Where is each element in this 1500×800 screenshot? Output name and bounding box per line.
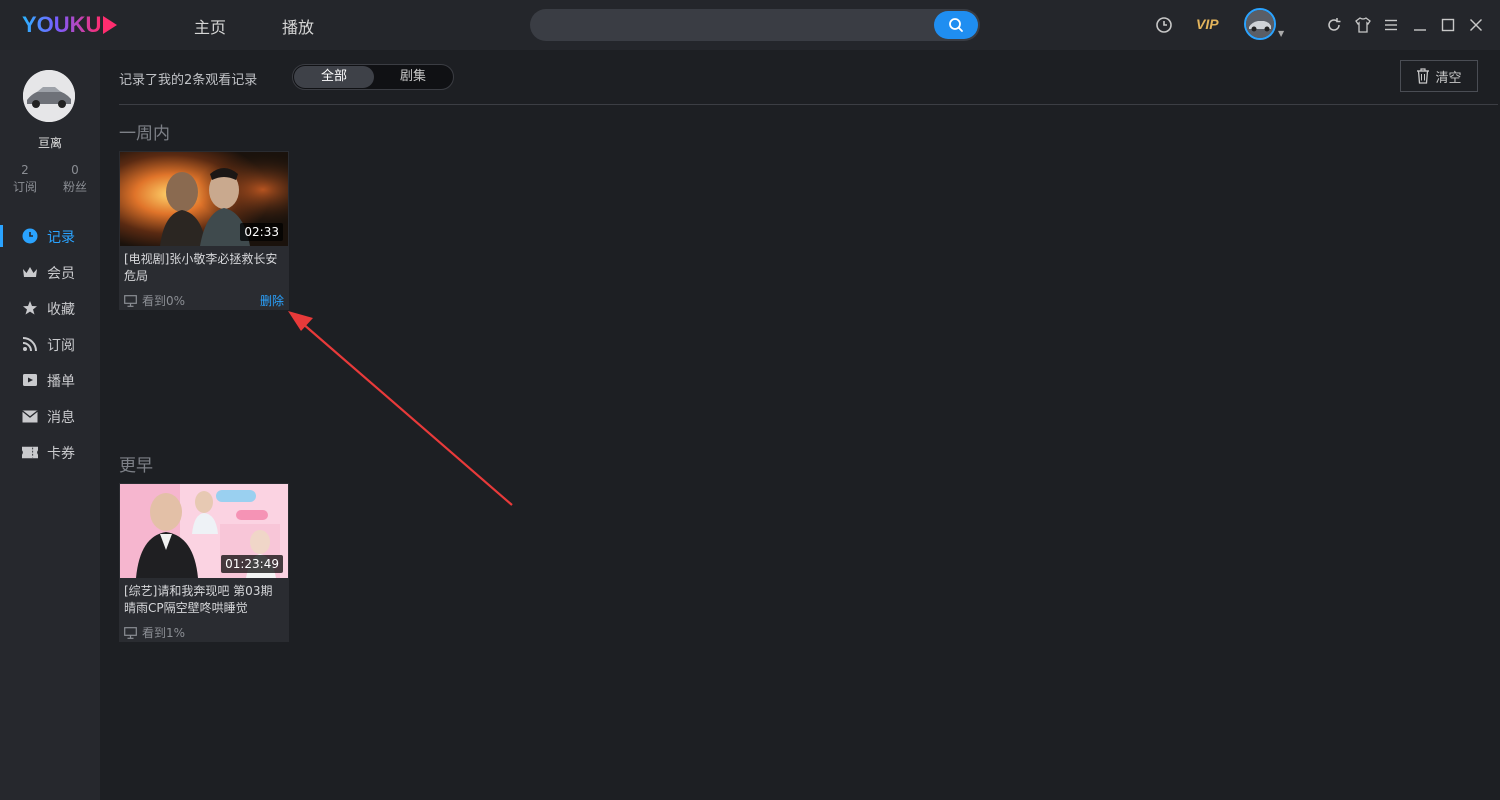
chevron-down-icon[interactable]: ▼ <box>1278 29 1284 38</box>
sidebar-item-playlist[interactable]: 播单 <box>0 366 100 394</box>
vip-link[interactable]: VIP <box>1196 16 1219 32</box>
history-clock-icon[interactable] <box>1154 15 1174 35</box>
video-title[interactable]: [电视剧]张小敬李必拯救长安危局 <box>124 251 284 285</box>
sidebar-item-vip[interactable]: 会员 <box>0 258 100 286</box>
stat-value: 0 <box>71 163 79 177</box>
sidebar-item-label: 卡券 <box>47 446 75 462</box>
history-card[interactable]: 01:23:49 [综艺]请和我奔现吧 第03期晴雨CP隔空壁咚哄睡觉 看到1% <box>119 483 289 642</box>
sidebar-item-subscriptions[interactable]: 订阅 <box>0 330 100 358</box>
stat-fans[interactable]: 0 粉丝 <box>50 162 100 196</box>
playlist-icon <box>22 372 38 388</box>
sidebar-item-label: 播单 <box>47 374 75 390</box>
stat-subscriptions[interactable]: 2 订阅 <box>0 162 50 196</box>
ticket-icon <box>22 444 38 460</box>
sidebar-item-label: 订阅 <box>47 338 75 354</box>
section-title-earlier: 更早 <box>119 456 153 476</box>
username[interactable]: 亘离 <box>0 134 100 151</box>
header-divider <box>119 104 1498 105</box>
progress-text: 看到0% <box>142 294 186 308</box>
record-count-text: 记录了我的2条观看记录 <box>119 73 258 88</box>
monitor-icon <box>124 626 137 639</box>
close-icon[interactable] <box>1466 15 1486 35</box>
profile-avatar[interactable] <box>23 70 75 122</box>
monitor-icon <box>124 294 137 307</box>
search-icon <box>949 18 963 32</box>
sidebar: 亘离 2 订阅 0 粉丝 记录 会员 收藏 订阅 播单 消息 卡券 <box>0 50 100 800</box>
rss-icon <box>22 336 38 352</box>
minimize-icon[interactable] <box>1410 15 1430 35</box>
maximize-icon[interactable] <box>1438 15 1458 35</box>
nav-home[interactable]: 主页 <box>194 14 226 38</box>
search-box <box>530 9 980 43</box>
sidebar-item-history[interactable]: 记录 <box>0 222 100 250</box>
sidebar-item-label: 会员 <box>47 266 75 282</box>
clear-history-button[interactable]: 清空 <box>1400 60 1478 92</box>
tab-series[interactable]: 剧集 <box>373 66 453 88</box>
menu-icon[interactable] <box>1381 15 1401 35</box>
watch-progress: 看到0% <box>124 292 185 309</box>
stat-label: 订阅 <box>12 180 37 194</box>
logo-text: YOUKU <box>22 12 102 37</box>
clear-label: 清空 <box>1435 70 1462 86</box>
sidebar-item-label: 消息 <box>47 410 75 426</box>
logo-play-icon <box>103 16 118 34</box>
stat-label: 粉丝 <box>62 180 87 194</box>
stat-value: 2 <box>21 163 29 177</box>
sidebar-item-label: 收藏 <box>47 302 75 318</box>
search-button[interactable] <box>934 11 978 39</box>
tab-all[interactable]: 全部 <box>294 66 374 88</box>
car-avatar-image <box>1246 10 1274 38</box>
user-avatar[interactable] <box>1244 8 1276 40</box>
video-thumbnail[interactable]: 02:33 <box>120 152 288 246</box>
watch-progress: 看到1% <box>124 624 185 641</box>
crown-icon <box>22 264 38 280</box>
video-duration: 02:33 <box>240 223 283 241</box>
youku-logo[interactable]: YOUKU <box>22 12 118 38</box>
skin-shirt-icon[interactable] <box>1353 15 1373 35</box>
progress-text: 看到1% <box>142 626 186 640</box>
top-bar: YOUKU 主页 播放 VIP ▼ <box>0 0 1500 50</box>
section-title-week: 一周内 <box>119 124 170 144</box>
video-title[interactable]: [综艺]请和我奔现吧 第03期晴雨CP隔空壁咚哄睡觉 <box>124 583 284 617</box>
annotation-arrow <box>288 311 513 506</box>
search-input[interactable] <box>544 9 928 43</box>
delete-button[interactable]: 删除 <box>260 292 284 309</box>
history-card[interactable]: 02:33 [电视剧]张小敬李必拯救长安危局 看到0% 删除 <box>119 151 289 310</box>
star-icon <box>22 300 38 316</box>
sidebar-item-coupons[interactable]: 卡券 <box>0 438 100 466</box>
car-avatar-image <box>23 70 75 122</box>
sidebar-item-favorites[interactable]: 收藏 <box>0 294 100 322</box>
clock-icon <box>22 228 38 244</box>
refresh-icon[interactable] <box>1324 15 1344 35</box>
mail-icon <box>22 408 38 424</box>
video-thumbnail[interactable]: 01:23:49 <box>120 484 288 578</box>
nav-play[interactable]: 播放 <box>282 14 314 38</box>
filter-toggle: 全部 剧集 <box>292 64 454 90</box>
sidebar-item-label: 记录 <box>47 230 75 246</box>
sidebar-item-messages[interactable]: 消息 <box>0 402 100 430</box>
video-duration: 01:23:49 <box>221 555 283 573</box>
trash-icon <box>1417 68 1430 84</box>
